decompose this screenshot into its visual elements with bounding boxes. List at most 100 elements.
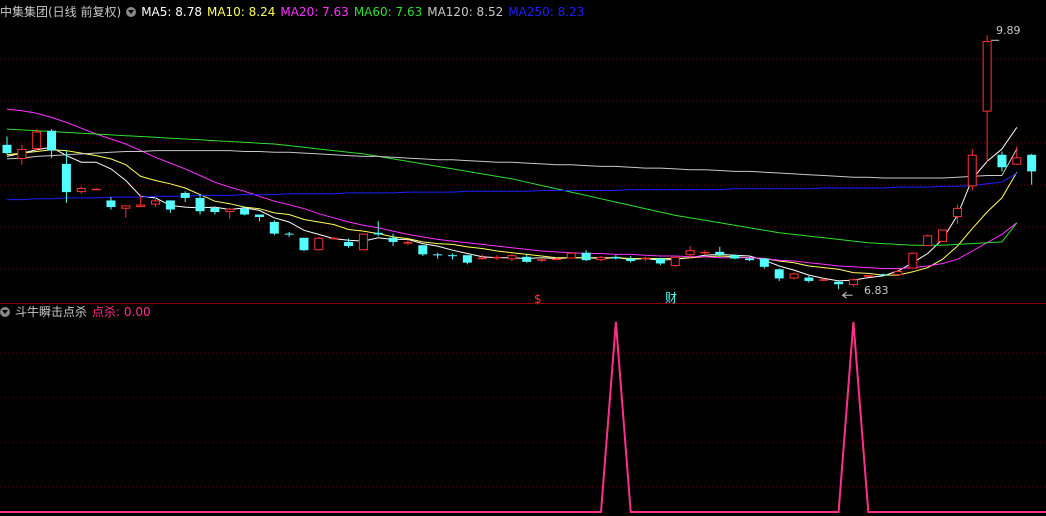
candlestick xyxy=(759,257,769,269)
candle-body xyxy=(165,200,175,210)
candlestick xyxy=(522,254,532,263)
candle-body xyxy=(982,41,992,112)
candle-body xyxy=(774,269,784,279)
candle-body xyxy=(670,256,680,266)
candlestick xyxy=(388,233,398,247)
candlestick xyxy=(581,250,591,261)
earnings-marker[interactable]: 财 xyxy=(665,291,677,305)
signal-plot xyxy=(0,321,1046,513)
candlestick xyxy=(225,207,235,219)
candlestick xyxy=(1027,153,1037,185)
candle-body xyxy=(1027,154,1037,172)
low-price-label: 6.83 xyxy=(864,284,889,297)
candlestick xyxy=(17,144,27,165)
candle-body xyxy=(433,254,443,256)
candle-body xyxy=(61,163,71,193)
high-price-label: 9.89 xyxy=(996,24,1021,37)
annotations: 9.89 6.83 $ 财 xyxy=(534,24,1021,306)
dividend-marker[interactable]: $ xyxy=(534,292,542,306)
candlestick xyxy=(314,236,324,251)
candlestick xyxy=(61,150,71,203)
candlestick xyxy=(641,256,651,261)
candlestick xyxy=(195,193,205,215)
candlestick xyxy=(47,129,57,159)
candle-body xyxy=(47,130,57,151)
candlestick xyxy=(269,220,279,236)
candlestick xyxy=(670,256,680,267)
candle-body xyxy=(967,154,977,187)
candle-body xyxy=(240,208,250,215)
candle-body xyxy=(151,200,160,205)
grid-lines xyxy=(0,58,1046,488)
candlestick xyxy=(76,186,86,194)
candle-body xyxy=(715,251,725,256)
candle-body xyxy=(284,233,294,235)
candle-body xyxy=(537,259,547,261)
candlestick xyxy=(655,257,665,266)
candlestick xyxy=(91,187,101,191)
candle-body xyxy=(344,241,354,247)
candlestick xyxy=(180,191,190,203)
candle-body xyxy=(507,255,517,260)
candlestick xyxy=(121,205,131,218)
candle-body xyxy=(745,258,754,261)
candlestick xyxy=(715,246,725,257)
candle-body xyxy=(1012,157,1022,165)
candlestick xyxy=(299,237,309,252)
candlestick xyxy=(507,254,517,261)
candle-body xyxy=(195,197,205,212)
candle-body xyxy=(2,144,12,154)
candle-body xyxy=(210,207,220,213)
candle-body xyxy=(329,237,339,240)
candle-body xyxy=(997,154,1007,168)
candlestick xyxy=(284,231,294,237)
candlestick xyxy=(967,148,977,191)
candlestick xyxy=(492,255,502,261)
candle-body xyxy=(418,245,428,255)
candlestick xyxy=(566,252,576,259)
candle-body xyxy=(819,279,829,281)
candlestick xyxy=(462,255,472,265)
candlestick xyxy=(923,234,933,247)
ma20-line xyxy=(6,108,1018,269)
candlestick xyxy=(611,255,621,260)
signal-line xyxy=(0,321,1046,513)
candle-body xyxy=(388,237,398,242)
candle-body xyxy=(91,188,101,191)
candlestick xyxy=(32,129,42,151)
candle-body xyxy=(492,256,502,259)
candlestick xyxy=(151,197,160,208)
price-chart[interactable]: 9.89 6.83 $ 财 xyxy=(0,0,1046,516)
candle-body xyxy=(299,237,309,251)
candle-body xyxy=(611,256,621,259)
candle-body xyxy=(180,192,190,198)
candlestick xyxy=(433,252,443,259)
candlestick xyxy=(418,245,428,257)
candlestick xyxy=(2,136,12,155)
candlestick xyxy=(626,256,636,263)
candlestick xyxy=(789,272,799,280)
candlestick xyxy=(210,207,220,215)
candle-body xyxy=(477,257,487,260)
candle-body xyxy=(136,204,146,208)
candlestick xyxy=(997,151,1007,172)
candle-body xyxy=(730,255,740,259)
candle-body xyxy=(358,233,368,251)
candle-body xyxy=(655,258,665,264)
candlestick xyxy=(848,278,858,287)
candlestick xyxy=(834,280,844,290)
candle-body xyxy=(462,255,472,263)
candlestick xyxy=(774,268,784,281)
candle-body xyxy=(893,270,903,276)
candle-body xyxy=(522,256,532,262)
candle-body xyxy=(641,257,651,260)
candle-body xyxy=(32,131,42,149)
candlestick xyxy=(938,229,948,242)
candle-body xyxy=(225,208,235,213)
candle-body xyxy=(551,258,561,261)
candlestick xyxy=(106,197,116,210)
candle-body xyxy=(17,148,27,159)
candle-body xyxy=(566,252,576,259)
candle-body xyxy=(878,274,888,276)
candlestick xyxy=(448,253,457,260)
